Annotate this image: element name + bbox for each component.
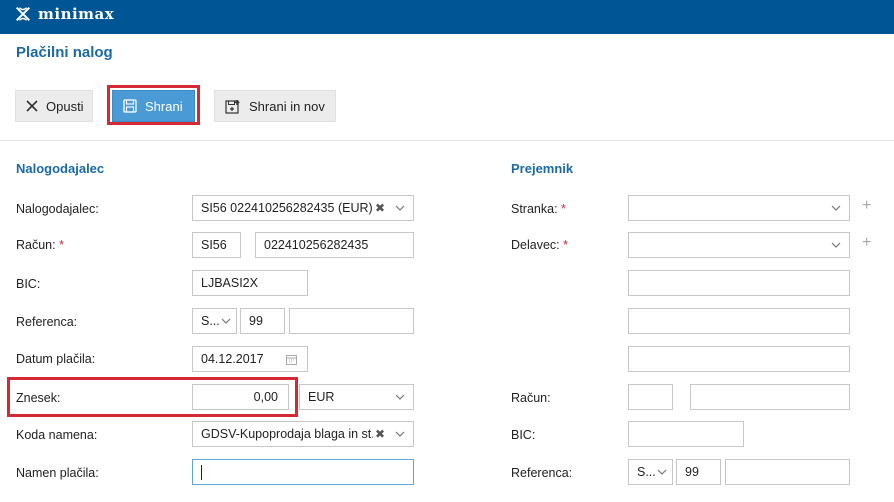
chevron-down-icon[interactable] (831, 204, 841, 212)
payment-date-input[interactable]: 04.12.2017 (192, 346, 308, 372)
account-prefix-value: SI56 (201, 238, 227, 252)
recipient-reference-model-select[interactable]: S... (628, 459, 673, 485)
account-label: Račun: * (16, 238, 64, 252)
purpose-code-label: Koda namena: (16, 428, 98, 442)
chevron-down-icon[interactable] (831, 241, 841, 249)
recipient-address-line-3[interactable] (628, 346, 850, 372)
payer-select-value: SI56 022410256282435 (EUR) (201, 201, 373, 215)
cancel-button[interactable]: Opusti (15, 90, 93, 122)
employee-label: Delavec: * (511, 238, 568, 252)
customer-label: Stranka: * (511, 202, 566, 216)
app-logo[interactable]: minimax (14, 5, 114, 23)
payer-section-title: Nalogodajalec (16, 161, 105, 176)
required-marker: * (561, 202, 566, 216)
chevron-down-icon[interactable] (395, 430, 405, 438)
recipient-reference-model-value: S... (637, 465, 656, 479)
bic-value: LJBASI2X (201, 276, 258, 290)
recipient-address-line-2[interactable] (628, 308, 850, 334)
reference-code-value: 99 (249, 314, 263, 328)
employee-label-text: Delavec: (511, 238, 560, 252)
account-number-value: 022410256282435 (264, 238, 369, 252)
purpose-code-value: GDSV-Kupoprodaja blaga in st... (201, 427, 373, 441)
calendar-icon[interactable] (286, 354, 297, 365)
payer-label: Nalogodajalec: (16, 202, 99, 216)
recipient-reference-number-input[interactable] (725, 459, 850, 485)
reference-model-value: S... (201, 314, 220, 328)
required-marker: * (59, 238, 64, 252)
bic-input[interactable]: LJBASI2X (192, 270, 308, 296)
recipient-bic-input[interactable] (628, 421, 744, 447)
purpose-code-select[interactable]: GDSV-Kupoprodaja blaga in st... ✖ (192, 421, 414, 447)
add-customer-plus-icon[interactable]: + (862, 197, 871, 215)
title-bar: Plačilni nalog (0, 34, 894, 72)
customer-select[interactable] (628, 195, 850, 221)
account-prefix-input[interactable]: SI56 (192, 232, 241, 258)
top-bar: minimax (0, 0, 894, 34)
currency-select[interactable]: EUR (299, 384, 414, 410)
save-and-new-button-label: Shrani in nov (249, 98, 325, 114)
recipient-account-prefix-input[interactable] (628, 384, 673, 410)
toolbar: Opusti Shrani Shrani in nov (0, 72, 894, 141)
minimax-logo-icon (15, 6, 31, 22)
amount-value: 0,00 (253, 390, 278, 404)
save-and-new-button[interactable]: Shrani in nov (214, 90, 336, 122)
recipient-account-label: Račun: (511, 391, 551, 405)
payment-date-value: 04.12.2017 (201, 352, 264, 366)
add-employee-plus-icon[interactable]: + (862, 234, 871, 252)
purpose-input[interactable] (192, 459, 414, 485)
text-caret (201, 464, 202, 480)
chevron-down-icon[interactable] (657, 468, 667, 476)
amount-input[interactable]: 0,00 (192, 384, 289, 410)
recipient-account-number-input[interactable] (690, 384, 850, 410)
recipient-address-line-1[interactable] (628, 270, 850, 296)
reference-label: Referenca: (16, 315, 78, 329)
clear-icon[interactable]: ✖ (375, 427, 385, 441)
payment-date-label: Datum plačila: (16, 352, 96, 366)
floppy-disk-icon (123, 99, 137, 113)
amount-label: Znesek: (16, 391, 61, 405)
payer-select[interactable]: SI56 022410256282435 (EUR) ✖ (192, 195, 414, 221)
currency-value: EUR (308, 390, 335, 404)
chevron-down-icon[interactable] (395, 204, 405, 212)
recipient-reference-code-input[interactable]: 99 (676, 459, 721, 485)
bic-label: BIC: (16, 277, 41, 291)
employee-select[interactable] (628, 232, 850, 258)
close-icon (26, 100, 38, 112)
save-button-label: Shrani (145, 98, 183, 114)
reference-model-select[interactable]: S... (192, 308, 237, 334)
customer-label-text: Stranka: (511, 202, 558, 216)
purpose-label: Namen plačila: (16, 466, 99, 480)
account-label-text: Račun: (16, 238, 56, 252)
save-new-icon (225, 99, 240, 114)
account-number-input[interactable]: 022410256282435 (255, 232, 414, 258)
reference-code-input[interactable]: 99 (240, 308, 285, 334)
reference-number-input[interactable] (289, 308, 414, 334)
recipient-bic-label: BIC: (511, 428, 536, 442)
required-marker: * (563, 238, 568, 252)
recipient-section-title: Prejemnik (511, 161, 574, 176)
app-name: minimax (38, 5, 115, 23)
recipient-reference-code-value: 99 (685, 465, 699, 479)
cancel-button-label: Opusti (46, 98, 84, 114)
save-button[interactable]: Shrani (112, 90, 195, 122)
clear-icon[interactable]: ✖ (375, 201, 385, 215)
page-title: Plačilni nalog (16, 44, 113, 61)
chevron-down-icon[interactable] (221, 317, 231, 325)
chevron-down-icon[interactable] (395, 393, 405, 401)
recipient-reference-label: Referenca: (511, 466, 573, 480)
